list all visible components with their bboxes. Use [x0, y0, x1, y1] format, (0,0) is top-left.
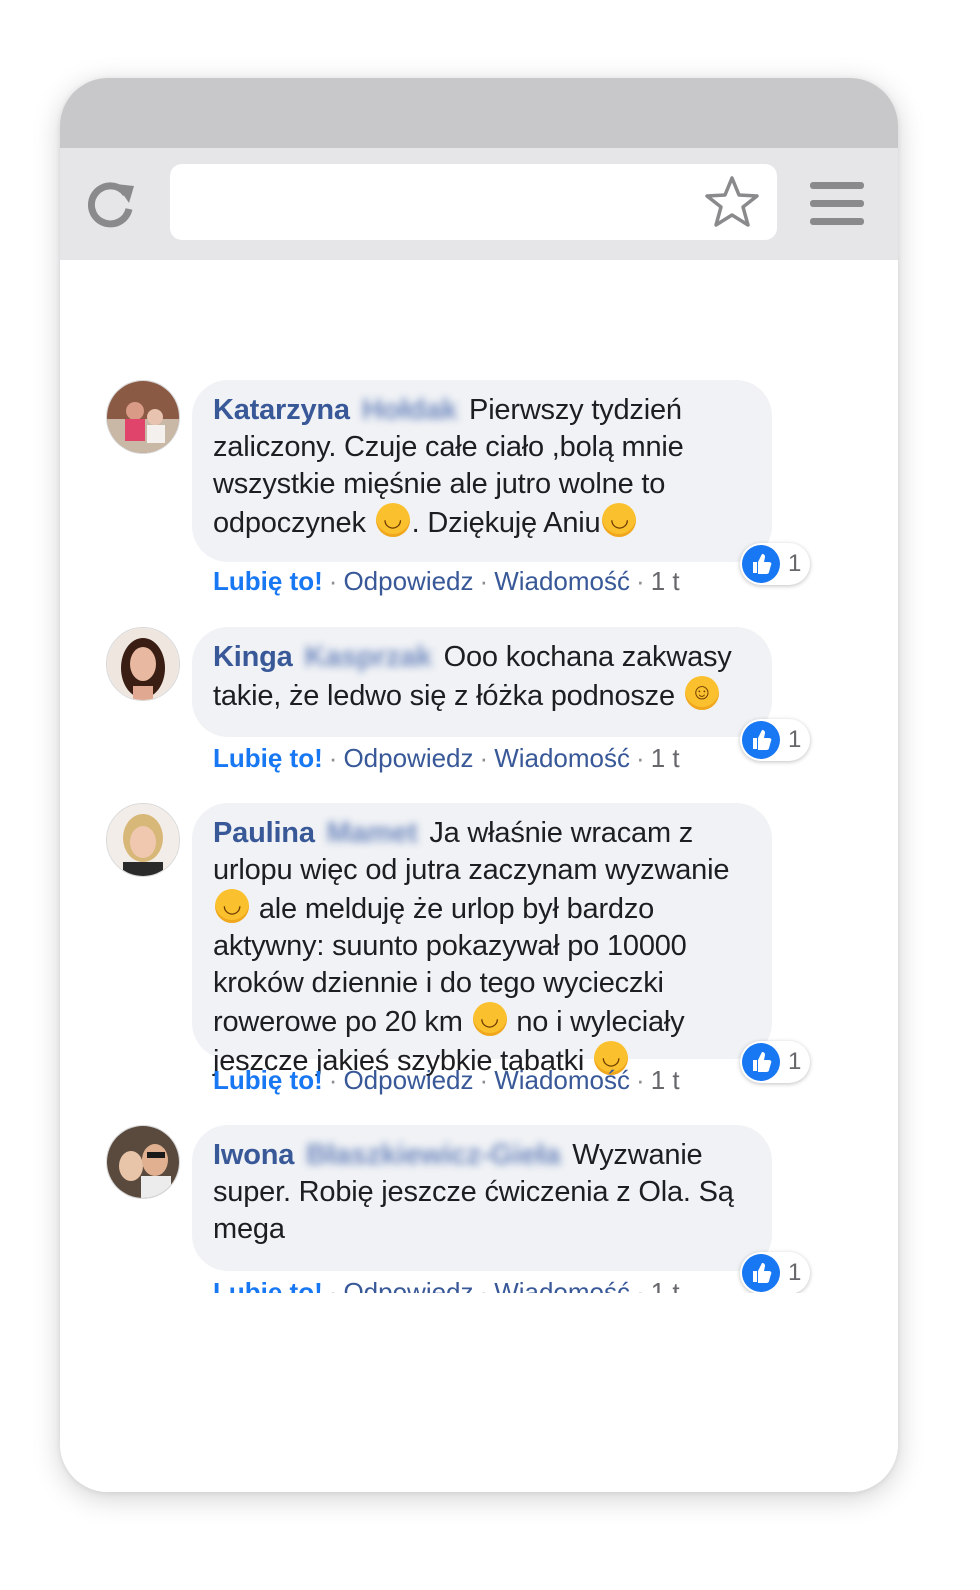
blurred-surname: Hołdak — [361, 394, 458, 426]
browser-toolbar — [60, 148, 898, 260]
hamburger-menu-icon[interactable] — [808, 178, 868, 230]
comment-bubble: Katarzyna Hołdak Pierwszy tydzień zalicz… — [192, 380, 772, 562]
star-icon[interactable] — [703, 174, 761, 232]
comment-bubble: Iwona Błaszkiewicz-Gieła Wyzwanie super.… — [192, 1125, 772, 1271]
comment-timestamp[interactable]: 1 t — [651, 1065, 680, 1095]
thumbs-up-icon — [742, 1043, 780, 1081]
reply-button[interactable]: Odpowiedz — [343, 1065, 473, 1095]
comment-text: . Dziękuję Aniu — [411, 507, 601, 539]
reload-icon[interactable] — [82, 176, 140, 234]
message-button[interactable]: Wiadomość — [494, 743, 630, 773]
reaction-badge[interactable]: 1 — [740, 543, 810, 585]
tears-of-joy-emoji: ☺ — [684, 676, 719, 710]
like-button[interactable]: Lubię to! — [213, 743, 323, 773]
thumbs-up-icon — [742, 545, 780, 583]
message-button[interactable]: Wiadomość — [494, 1065, 630, 1095]
like-button[interactable]: Lubię to! — [213, 566, 323, 596]
comment-bubble: Kinga Kasprzak Ooo kochana zakwasy takie… — [192, 627, 772, 737]
avatar[interactable] — [106, 1125, 180, 1199]
blurred-surname: Mamet — [326, 817, 418, 849]
message-button[interactable]: Wiadomość — [494, 566, 630, 596]
comment-actions: Lubię to! · Odpowiedz · Wiadomość · 1 t — [213, 566, 680, 596]
avatar[interactable] — [106, 380, 180, 454]
phone-top-bar — [60, 78, 898, 148]
phone-frame: Katarzyna Hołdak Pierwszy tydzień zalicz… — [60, 78, 898, 1492]
comment-author[interactable]: Kinga — [213, 641, 293, 673]
comment-actions: Lubię to! · Odpowiedz · Wiadomość · 1 t — [213, 1065, 680, 1095]
comment-author[interactable]: Iwona — [213, 1139, 294, 1171]
thumbs-up-icon — [742, 1254, 780, 1292]
blurred-surname: Kasprzak — [304, 641, 432, 673]
reaction-count: 1 — [788, 550, 802, 577]
comment-actions: Lubię to! · Odpowiedz · Wiadomość · 1 t — [213, 743, 680, 773]
comment-author[interactable]: Katarzyna — [213, 394, 350, 426]
reaction-count: 1 — [788, 1259, 802, 1286]
slightly-smiling-emoji: ◡ — [472, 1002, 507, 1036]
reaction-count: 1 — [788, 726, 802, 753]
like-button[interactable]: Lubię to! — [213, 1065, 323, 1095]
reaction-badge[interactable]: 1 — [740, 1041, 810, 1083]
reply-button[interactable]: Odpowiedz — [343, 566, 473, 596]
content-cutoff — [60, 1293, 898, 1492]
slightly-smiling-emoji: ◡ — [215, 889, 249, 923]
comment-timestamp[interactable]: 1 t — [651, 743, 680, 773]
blurred-surname: Błaszkiewicz-Gieła — [306, 1139, 561, 1171]
reaction-badge[interactable]: 1 — [740, 719, 810, 761]
thumbs-up-icon — [742, 721, 780, 759]
comment-author[interactable]: Paulina — [213, 817, 315, 849]
avatar[interactable] — [106, 627, 180, 701]
address-bar[interactable] — [170, 164, 777, 240]
avatar[interactable] — [106, 803, 180, 877]
smiling-blush-emoji: ◡ — [602, 503, 637, 537]
reaction-count: 1 — [788, 1048, 802, 1075]
reply-button[interactable]: Odpowiedz — [343, 743, 473, 773]
smiling-blush-emoji: ◡ — [375, 503, 410, 537]
reaction-badge[interactable]: 1 — [740, 1252, 810, 1294]
comment-timestamp[interactable]: 1 t — [651, 566, 680, 596]
comment-bubble: Paulina Mamet Ja właśnie wracam z urlopu… — [192, 803, 772, 1077]
